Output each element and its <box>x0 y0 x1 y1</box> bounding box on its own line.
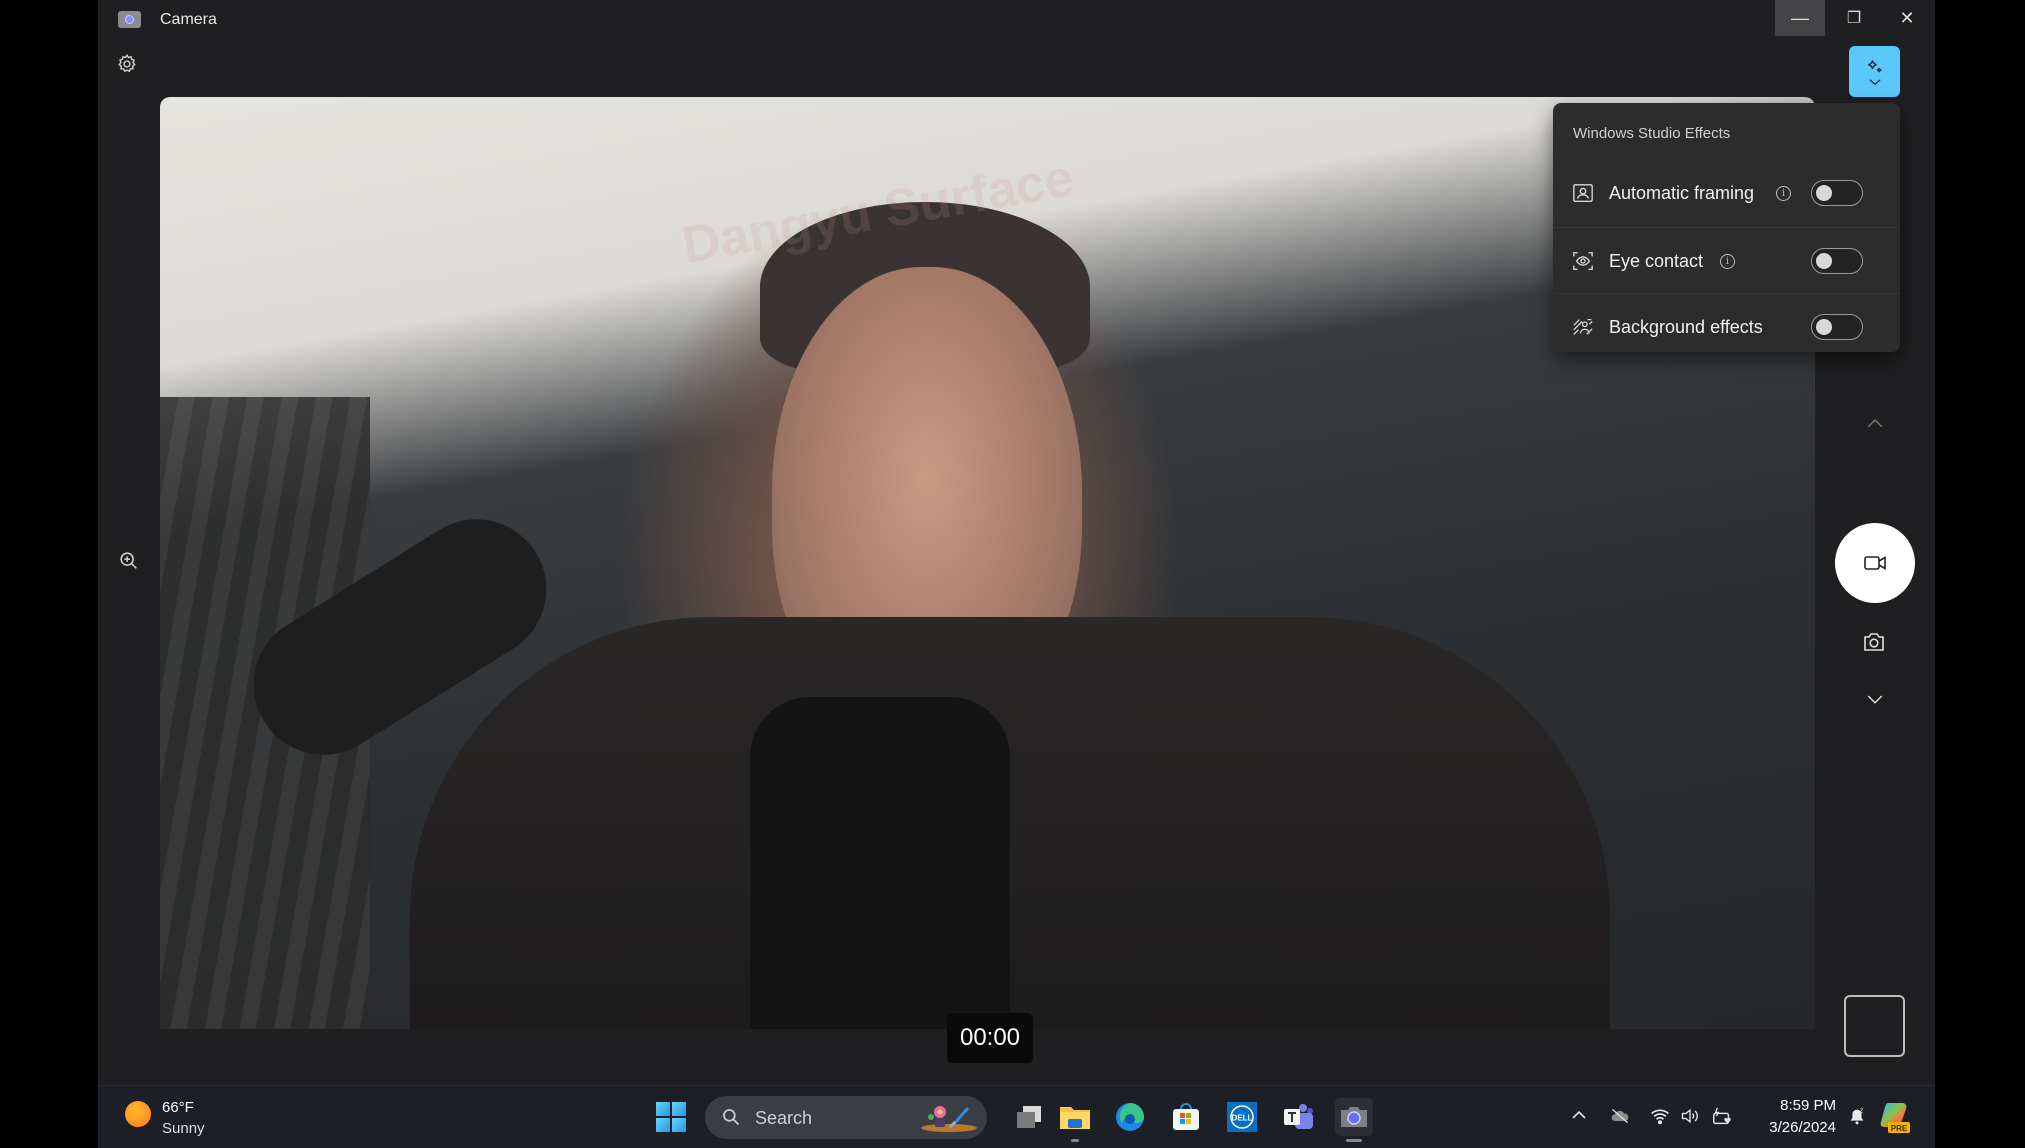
speaker-icon <box>1681 1108 1698 1124</box>
notifications-button[interactable]: z <box>1846 1105 1866 1125</box>
zoom-button[interactable] <box>118 550 142 574</box>
taskbar-task-view[interactable] <box>1010 1098 1048 1136</box>
camera-app-icon <box>118 11 141 28</box>
svg-text:DELL: DELL <box>1232 1114 1253 1123</box>
search-highlight-icon <box>921 1106 977 1132</box>
clock-time: 8:59 PM <box>1780 1097 1836 1114</box>
windows-logo-icon <box>672 1102 686 1116</box>
background-effects-row: Background effects <box>1553 293 1900 359</box>
windows-logo-icon <box>656 1102 670 1116</box>
taskbar: 66°F Sunny Search DELL 8:59 PM 3/26/2024… <box>98 1085 1935 1148</box>
studio-effects-button[interactable] <box>1849 46 1900 97</box>
chevron-up-icon <box>1867 418 1883 428</box>
mode-up-button[interactable] <box>1866 414 1884 432</box>
sparkle-icon <box>1867 59 1881 72</box>
minimize-button[interactable]: — <box>1775 0 1825 36</box>
person-shirt <box>750 697 1010 1029</box>
zoom-in-icon <box>120 552 137 569</box>
wifi-tray-icon[interactable] <box>1649 1106 1669 1126</box>
bell-snooze-icon: z <box>1850 1105 1864 1125</box>
recording-timer: 00:00 <box>947 1013 1033 1063</box>
task-view-icon <box>1017 1106 1041 1128</box>
battery-tray-icon[interactable] <box>1711 1106 1731 1126</box>
background-blur-icon <box>1573 319 1593 335</box>
onedrive-tray-icon[interactable] <box>1609 1106 1629 1126</box>
folder-icon <box>1060 1107 1090 1129</box>
chevron-down-icon <box>1868 78 1881 85</box>
chevron-down-icon <box>1867 695 1883 704</box>
volume-tray-icon[interactable] <box>1679 1106 1699 1126</box>
chevron-up-icon <box>1572 1110 1586 1119</box>
eye-contact-row: Eye contact i <box>1553 227 1900 293</box>
gallery-thumbnail-button[interactable] <box>1844 995 1905 1057</box>
taskbar-teams[interactable] <box>1279 1098 1317 1136</box>
settings-button[interactable] <box>116 53 140 77</box>
panel-title: Windows Studio Effects <box>1573 125 1731 142</box>
portrait-frame-icon <box>1573 184 1593 202</box>
windows-logo-icon <box>656 1118 670 1132</box>
video-camera-icon <box>1864 556 1886 570</box>
eye-contact-icon <box>1573 252 1593 270</box>
sun-icon <box>125 1101 151 1127</box>
automatic-framing-label: Automatic framing <box>1609 183 1755 203</box>
eye-contact-toggle[interactable] <box>1811 248 1863 274</box>
taskbar-dell[interactable]: DELL <box>1223 1098 1261 1136</box>
svg-text:z: z <box>1860 1105 1864 1114</box>
camera-icon <box>1864 633 1884 651</box>
eye-contact-label: Eye contact <box>1609 251 1704 271</box>
background-effects-toggle[interactable] <box>1811 314 1863 340</box>
search-icon <box>723 1109 740 1126</box>
window-title: Camera <box>160 11 217 28</box>
taskbar-search[interactable]: Search <box>705 1096 987 1139</box>
minimize-icon: — <box>1791 7 1809 28</box>
info-icon[interactable]: i <box>1720 254 1735 269</box>
camera-app-icon <box>1341 1107 1367 1127</box>
studio-effects-panel: Windows Studio Effects Automatic framing… <box>1553 103 1900 352</box>
taskbar-edge[interactable] <box>1111 1098 1149 1136</box>
camera-window: Camera — ❐ ✕ Dangyu Surface 00:00 Window… <box>98 0 1935 1085</box>
copilot-icon: PRE <box>1880 1103 1910 1133</box>
title-bar[interactable]: Camera — ❐ ✕ <box>98 0 1935 40</box>
store-icon <box>1173 1103 1199 1130</box>
cloud-offline-icon <box>1611 1108 1629 1124</box>
clock-date: 3/26/2024 <box>1769 1119 1836 1136</box>
show-hidden-icons-button[interactable] <box>1570 1106 1590 1126</box>
background-effects-label: Background effects <box>1609 317 1763 337</box>
mode-down-button[interactable] <box>1866 690 1884 708</box>
running-indicator <box>1071 1139 1079 1142</box>
start-button[interactable] <box>656 1102 686 1132</box>
weather-temperature: 66°F <box>162 1099 194 1116</box>
gear-icon <box>118 54 136 73</box>
edge-icon <box>1116 1103 1144 1131</box>
take-photo-button[interactable] <box>1862 630 1888 654</box>
record-video-button[interactable] <box>1835 523 1915 603</box>
person-jacket <box>410 617 1610 1029</box>
running-indicator <box>1346 1139 1362 1142</box>
automatic-framing-row: Automatic framing i <box>1553 160 1900 226</box>
toggle-knob <box>1816 185 1832 201</box>
taskbar-camera[interactable] <box>1335 1098 1373 1142</box>
search-placeholder: Search <box>755 1108 813 1128</box>
battery-charging-icon <box>1713 1107 1731 1125</box>
restore-button[interactable]: ❐ <box>1829 0 1879 36</box>
teams-icon <box>1284 1104 1313 1129</box>
close-button[interactable]: ✕ <box>1882 0 1932 36</box>
close-icon: ✕ <box>1899 7 1915 28</box>
dell-icon: DELL <box>1227 1102 1257 1132</box>
taskbar-microsoft-store[interactable] <box>1167 1098 1205 1136</box>
copilot-button[interactable]: PRE <box>1880 1099 1914 1135</box>
windows-logo-icon <box>672 1118 686 1132</box>
wifi-icon <box>1651 1109 1669 1125</box>
info-icon[interactable]: i <box>1776 186 1791 201</box>
taskbar-file-explorer[interactable] <box>1056 1098 1094 1142</box>
weather-condition: Sunny <box>162 1120 205 1137</box>
toggle-knob <box>1816 253 1832 269</box>
automatic-framing-toggle[interactable] <box>1811 180 1863 206</box>
taskbar-clock[interactable]: 8:59 PM 3/26/2024 <box>1756 1095 1836 1139</box>
svg-text:PRE: PRE <box>1891 1124 1908 1133</box>
restore-icon: ❐ <box>1846 10 1862 27</box>
toggle-knob <box>1816 319 1832 335</box>
